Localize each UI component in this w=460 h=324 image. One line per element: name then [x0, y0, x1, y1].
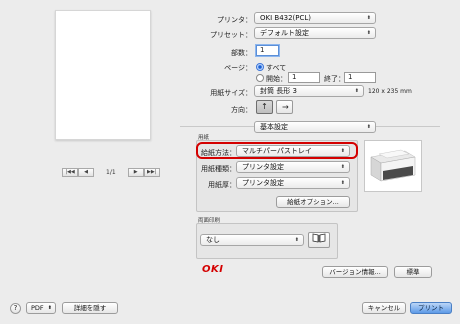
paper-size-label: 用紙サイズ：	[210, 89, 252, 97]
popup-arrows-icon: ⬍	[340, 164, 345, 170]
paper-size-popup[interactable]: 封筒 長形 3 ⬍	[254, 85, 364, 97]
paper-size-value: 封筒 長形 3	[260, 87, 297, 95]
pages-label: ページ：	[224, 64, 252, 72]
feed-popup[interactable]: マルチパーパストレイ ⬍	[236, 145, 350, 157]
oki-logo: OKI	[202, 264, 224, 275]
pages-from-field[interactable]: 1	[288, 72, 320, 83]
panel-popup[interactable]: 基本設定 ⬍	[254, 121, 376, 133]
popup-arrows-icon: ⬍	[47, 305, 52, 311]
prev-page-button[interactable]: ◀	[78, 168, 94, 177]
standard-button[interactable]: 標準	[394, 266, 432, 278]
next-page-button[interactable]: ▶	[127, 168, 144, 177]
pages-to-field[interactable]: 1	[344, 72, 376, 83]
feed-value: マルチパーパストレイ	[242, 147, 312, 155]
preset-popup[interactable]: デフォルト設定 ⬍	[254, 27, 376, 39]
preset-label: プリセット：	[210, 31, 252, 39]
book-icon	[312, 233, 326, 246]
duplex-binding-button[interactable]	[308, 232, 330, 248]
copies-field[interactable]: 1	[256, 45, 279, 56]
duplex-value: なし	[206, 236, 220, 244]
preset-value: デフォルト設定	[260, 29, 309, 37]
preview-pager: |◀◀ ◀ 1/1 ▶ ▶▶|	[62, 168, 160, 177]
first-page-button[interactable]: |◀◀	[62, 168, 78, 177]
duplex-popup[interactable]: なし ⬍	[200, 234, 304, 246]
media-type-label: 用紙種類：	[201, 165, 236, 173]
portrait-orientation-button[interactable]: ↑	[256, 100, 273, 114]
pages-all-label: すべて	[266, 64, 287, 72]
last-page-button[interactable]: ▶▶|	[143, 168, 160, 177]
print-button[interactable]: プリント	[410, 302, 452, 314]
printer-value: OKI B432(PCL)	[260, 14, 312, 22]
printer-icon	[370, 149, 416, 182]
pdf-button[interactable]: PDF ⬍	[26, 302, 56, 314]
pages-to-label: 終了：	[324, 75, 345, 83]
popup-arrows-icon: ⬍	[340, 148, 345, 154]
printer-label: プリンタ：	[217, 16, 252, 24]
printer-popup[interactable]: OKI B432(PCL) ⬍	[254, 12, 376, 24]
popup-arrows-icon: ⬍	[340, 180, 345, 186]
popup-arrows-icon: ⬍	[366, 30, 371, 36]
pages-from-label: 開始：	[266, 75, 287, 83]
popup-arrows-icon: ⬍	[366, 124, 371, 130]
popup-arrows-icon: ⬍	[366, 15, 371, 21]
paper-size-dimensions: 120 x 235 mm	[368, 88, 412, 95]
feed-options-button[interactable]: 給紙オプション...	[276, 196, 350, 208]
pdf-label: PDF	[31, 304, 44, 312]
feed-label: 給紙方法：	[201, 149, 236, 157]
printer-image	[364, 140, 422, 192]
pages-range-radio[interactable]	[256, 74, 264, 82]
hide-details-button[interactable]: 詳細を隠す	[62, 302, 118, 314]
help-icon: ?	[13, 304, 18, 312]
page-indicator: 1/1	[106, 169, 116, 176]
media-weight-popup[interactable]: プリンタ設定 ⬍	[236, 177, 350, 189]
media-type-popup[interactable]: プリンタ設定 ⬍	[236, 161, 350, 173]
pages-all-radio[interactable]	[256, 63, 264, 71]
popup-arrows-icon: ⬍	[294, 237, 299, 243]
help-button[interactable]: ?	[10, 303, 21, 314]
landscape-icon: ↑	[280, 103, 290, 111]
media-weight-label: 用紙厚：	[208, 181, 236, 189]
print-preview-page	[55, 10, 151, 140]
landscape-orientation-button[interactable]: ↑	[276, 100, 293, 114]
media-weight-value: プリンタ設定	[242, 179, 284, 187]
copies-label: 部数：	[231, 49, 252, 57]
popup-arrows-icon: ⬍	[354, 88, 359, 94]
version-info-button[interactable]: バージョン情報...	[322, 266, 388, 278]
portrait-icon: ↑	[261, 102, 268, 111]
media-type-value: プリンタ設定	[242, 163, 284, 171]
panel-value: 基本設定	[260, 123, 288, 131]
cancel-button[interactable]: キャンセル	[362, 302, 406, 314]
orientation-label: 方向：	[231, 106, 252, 114]
